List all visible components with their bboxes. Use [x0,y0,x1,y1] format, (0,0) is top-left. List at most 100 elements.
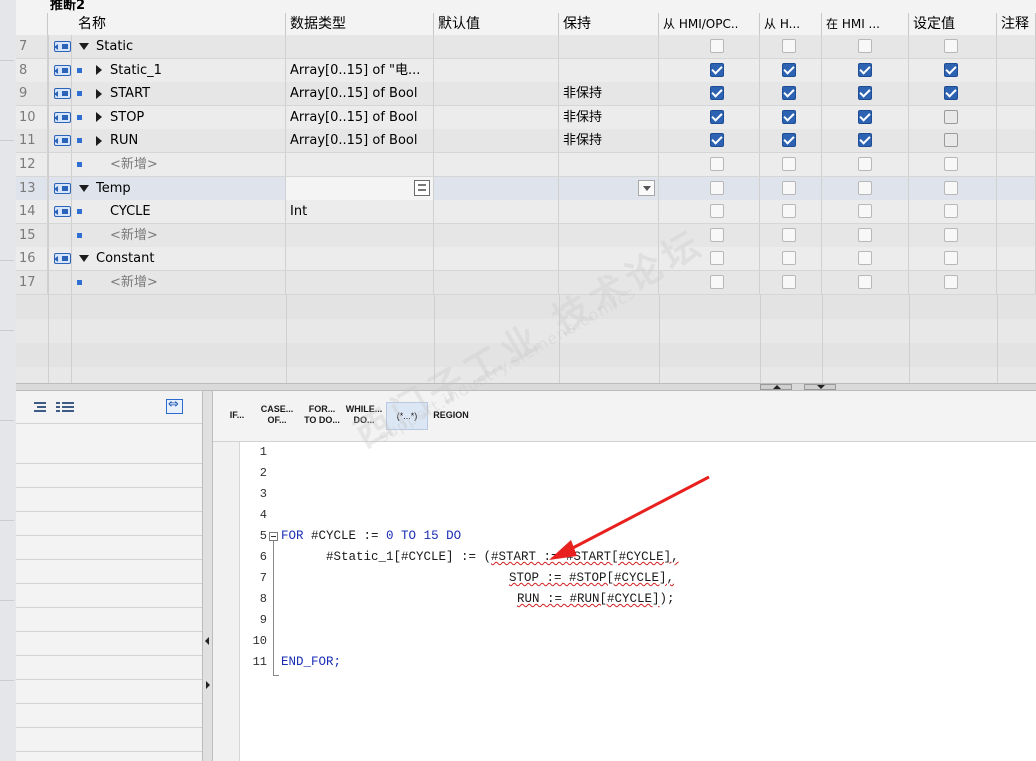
attribute-checkbox[interactable] [710,204,724,219]
attribute-checkbox[interactable] [782,204,796,219]
datatype-cell[interactable]: Int [286,200,434,224]
attribute-checkbox[interactable] [782,275,796,289]
attribute-checkbox[interactable] [944,204,958,219]
datatype-cell[interactable]: Array[0..15] of Bool [286,82,434,106]
attribute-checkbox[interactable] [710,62,724,77]
attribute-checkbox[interactable] [710,275,724,289]
datatype-cell[interactable]: Array[0..15] of Bool [286,105,434,129]
datatype-cell[interactable]: Array[0..15] of "电... [286,58,434,82]
insert-case-button[interactable]: CASE... OF... [257,402,297,430]
table-row[interactable]: 14 CYCLE Int [16,200,1036,225]
name-cell[interactable]: <新增> [72,153,286,176]
attribute-checkbox[interactable] [944,62,958,77]
attribute-checkbox[interactable] [782,62,796,77]
default-value-cell[interactable] [434,247,559,271]
insert-if-button[interactable]: IF... [223,402,251,430]
attribute-checkbox[interactable] [782,251,796,266]
collapse-triangle-icon[interactable] [79,43,89,50]
header-default[interactable]: 默认值 [434,13,559,35]
name-cell[interactable]: Constant [72,247,286,271]
table-row[interactable]: 9 START Array[0..15] of Bool 非保持 [16,82,1036,107]
attribute-checkbox[interactable] [858,109,872,124]
default-value-cell[interactable] [434,176,559,200]
header-datatype[interactable]: 数据类型 [286,13,434,35]
attribute-checkbox[interactable] [710,157,724,171]
retain-cell[interactable] [559,247,659,271]
datatype-cell[interactable] [286,271,434,294]
table-row[interactable]: 12 <新增> [16,153,1036,177]
datatype-cell[interactable] [286,223,434,247]
fold-toggle-icon[interactable] [269,532,278,541]
attribute-checkbox[interactable] [858,86,872,101]
datatype-cell[interactable] [286,153,434,176]
default-value-cell[interactable] [434,58,559,82]
retain-dropdown-button[interactable] [638,179,655,196]
retain-cell[interactable]: 非保持 [559,105,659,129]
default-value-cell[interactable] [434,35,559,58]
code-line-8[interactable]: RUN := #RUN[#CYCLE]); [517,592,675,606]
splitter-up-button[interactable] [760,384,792,390]
insert-region-button[interactable]: REGION [430,402,472,430]
expand-triangle-icon[interactable] [96,65,102,76]
attribute-checkbox[interactable] [858,133,872,148]
datatype-cell[interactable] [286,35,434,58]
scl-code-editor[interactable]: 1 2 3 4 5 6 7 8 9 10 11 FOR #CYCLE := 0 TO 15 DO #… [213,442,1036,761]
attribute-checkbox[interactable] [944,39,958,53]
collapse-panel-button[interactable] [166,397,183,414]
retain-cell[interactable] [559,271,659,294]
collapse-triangle-icon[interactable] [79,255,89,263]
attribute-checkbox[interactable] [858,62,872,77]
indent-list-icon[interactable] [28,401,46,415]
attribute-checkbox[interactable] [944,251,958,266]
table-row[interactable]: 15 <新增> [16,223,1036,248]
attribute-checkbox[interactable] [858,227,872,242]
table-row[interactable]: 7 Static [16,35,1036,59]
attribute-checkbox[interactable] [944,275,958,289]
attribute-checkbox[interactable] [710,39,724,53]
attribute-checkbox[interactable] [944,86,958,101]
default-value-cell[interactable] [434,129,559,153]
retain-cell[interactable] [559,58,659,82]
attribute-checkbox[interactable] [858,251,872,266]
insert-comment-button[interactable]: (*...*) [386,402,428,430]
attribute-checkbox[interactable] [782,227,796,242]
table-row[interactable]: 8 Static_1 Array[0..15] of "电... [16,58,1036,83]
name-cell[interactable]: CYCLE [72,200,286,224]
attribute-checkbox[interactable] [944,180,958,195]
name-cell[interactable]: START [72,82,286,106]
default-value-cell[interactable] [434,271,559,294]
name-cell[interactable]: STOP [72,105,286,129]
collapse-left-arrow-icon[interactable] [205,637,209,645]
default-value-cell[interactable] [434,153,559,176]
attribute-checkbox[interactable] [944,109,958,124]
datatype-cell[interactable] [286,176,434,200]
attribute-checkbox[interactable] [782,133,796,148]
header-hmi-opc[interactable]: 从 HMI/OPC.. [659,13,760,35]
default-value-cell[interactable] [434,223,559,247]
attribute-checkbox[interactable] [944,227,958,242]
table-row[interactable]: 17 <新增> [16,271,1036,295]
retain-cell[interactable]: 非保持 [559,129,659,153]
attribute-checkbox[interactable] [782,109,796,124]
attribute-checkbox[interactable] [710,251,724,266]
expand-right-arrow-icon[interactable] [206,681,210,689]
code-line-11[interactable]: END_FOR; [281,655,341,669]
name-cell[interactable]: Temp [72,176,286,200]
attribute-checkbox[interactable] [782,157,796,171]
pane-splitter[interactable] [16,383,1036,391]
retain-cell[interactable] [559,223,659,247]
attribute-checkbox[interactable] [944,133,958,148]
attribute-checkbox[interactable] [710,109,724,124]
header-from-h[interactable]: 从 H... [760,13,822,35]
attribute-checkbox[interactable] [782,86,796,101]
name-cell[interactable]: Static_1 [72,58,286,82]
datatype-list-button[interactable] [414,179,430,196]
insert-while-button[interactable]: WHILE... DO... [345,402,383,430]
name-cell[interactable]: RUN [72,129,286,153]
table-row[interactable]: 11 RUN Array[0..15] of Bool 非保持 [16,129,1036,154]
header-name[interactable]: 名称 [48,13,286,35]
header-in-hmi[interactable]: 在 HMI ... [822,13,909,35]
table-row[interactable]: 10 STOP Array[0..15] of Bool 非保持 [16,105,1036,130]
code-line-7[interactable]: STOP := #STOP[#CYCLE], [509,571,674,585]
collapse-triangle-icon[interactable] [79,184,89,192]
